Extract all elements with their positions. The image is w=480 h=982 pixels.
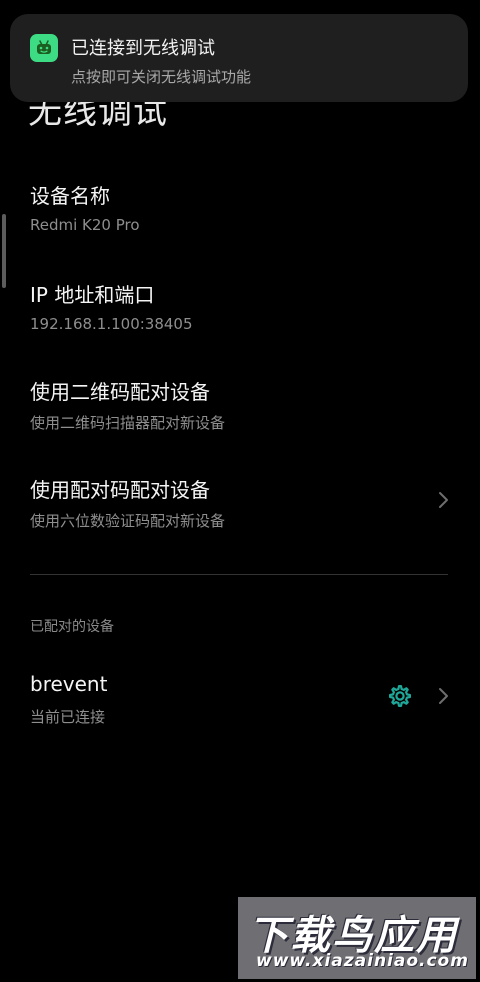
watermark-url: www.xiazainiao.com [256, 951, 469, 971]
android-icon [30, 34, 58, 62]
pair-code-item[interactable]: 使用配对码配对设备 使用六位数验证码配对新设备 [0, 474, 480, 554]
paired-device-name: brevent [30, 672, 108, 696]
paired-device-status: 当前已连接 [30, 708, 106, 726]
chevron-right-icon [439, 688, 448, 704]
paired-devices-header: 已配对的设备 [30, 619, 114, 635]
chevron-right-icon [439, 492, 448, 508]
gear-icon[interactable] [386, 682, 414, 710]
divider [30, 574, 448, 575]
ip-address-port-item[interactable]: IP 地址和端口 192.168.1.100:38405 [0, 279, 480, 359]
device-name-value: Redmi K20 Pro [30, 216, 140, 234]
pair-code-title: 使用配对码配对设备 [30, 478, 210, 502]
ip-address-port-value: 192.168.1.100:38405 [30, 315, 193, 333]
pair-code-subtitle: 使用六位数验证码配对新设备 [30, 512, 226, 530]
notification-subtitle: 点按即可关闭无线调试功能 [71, 68, 252, 86]
notification-title: 已连接到无线调试 [71, 38, 215, 59]
device-name-item[interactable]: 设备名称 Redmi K20 Pro [0, 180, 480, 260]
pair-qr-code-subtitle: 使用二维码扫描器配对新设备 [30, 414, 226, 432]
pair-qr-code-item[interactable]: 使用二维码配对设备 使用二维码扫描器配对新设备 [0, 376, 480, 456]
wireless-debugging-notification[interactable]: 已连接到无线调试 点按即可关闭无线调试功能 [10, 14, 468, 102]
watermark: 下载鸟应用 www.xiazainiao.com [238, 897, 476, 979]
device-name-title: 设备名称 [30, 184, 110, 208]
pair-qr-code-title: 使用二维码配对设备 [30, 380, 210, 404]
ip-address-port-title: IP 地址和端口 [30, 283, 155, 307]
